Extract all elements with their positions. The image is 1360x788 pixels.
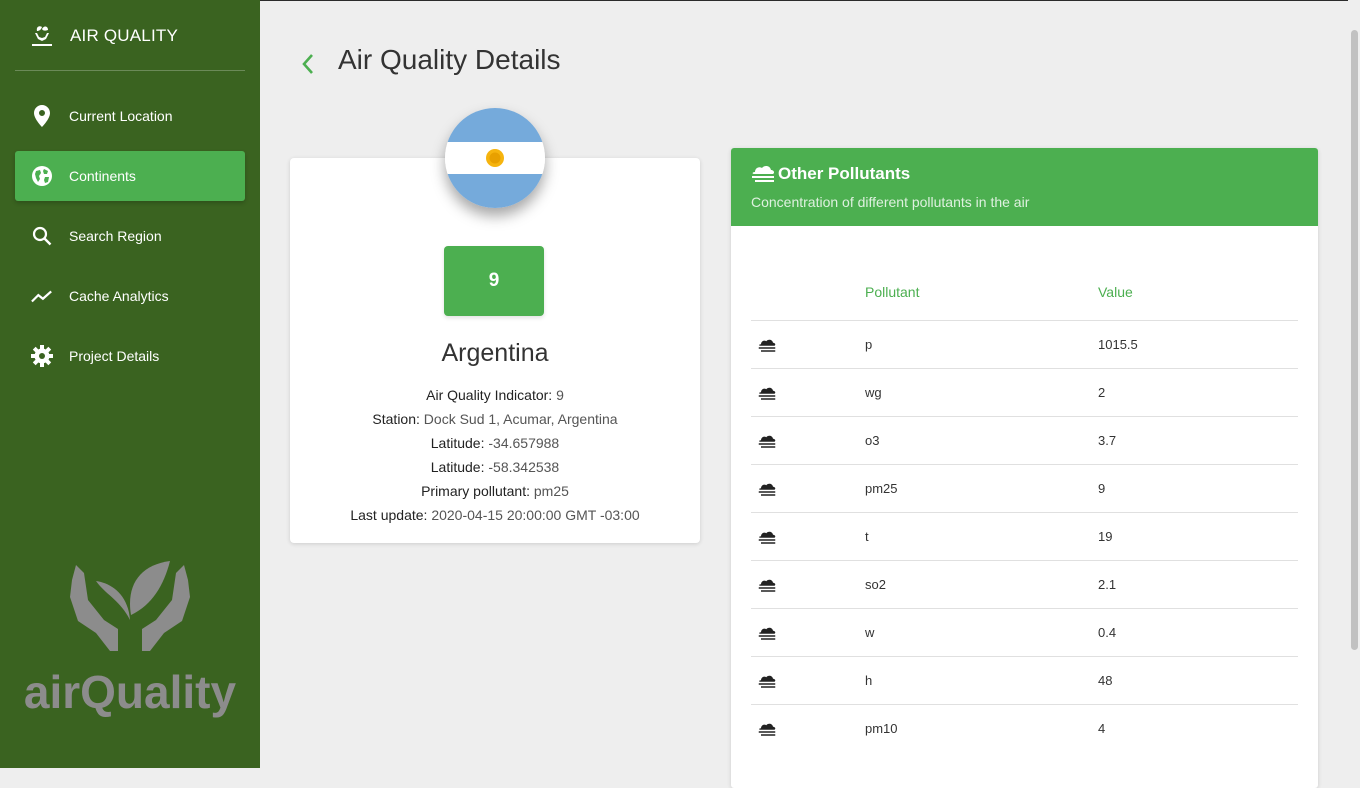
sidebar-item-label: Search Region <box>69 228 162 244</box>
smog-icon <box>752 165 775 182</box>
info-value: 2020-04-15 20:00:00 GMT -03:00 <box>431 507 640 523</box>
smog-icon <box>758 673 776 689</box>
info-value: -58.342538 <box>488 459 560 475</box>
info-last-update: Last update: 2020-04-15 20:00:00 GMT -03… <box>290 507 700 523</box>
sidebar-item-label: Current Location <box>69 108 173 124</box>
table-row: h 48 <box>751 656 1298 705</box>
pollutant-value: 9 <box>1098 481 1106 496</box>
pollutant-value: 2 <box>1098 385 1106 400</box>
table-row: wg 2 <box>751 368 1298 417</box>
info-latitude: Latitude: -34.657988 <box>290 435 700 451</box>
info-value: Dock Sud 1, Acumar, Argentina <box>423 411 618 427</box>
pollutant-value: 3.7 <box>1098 433 1117 448</box>
pollutants-subtitle: Concentration of different pollutants in… <box>751 194 1030 210</box>
scrollbar-thumb[interactable] <box>1351 30 1358 650</box>
smog-icon <box>758 337 776 353</box>
search-icon <box>31 225 53 247</box>
info-key: Latitude: <box>430 435 485 451</box>
smog-icon <box>758 721 776 737</box>
table-row: t 19 <box>751 512 1298 561</box>
aqi-badge: 9 <box>444 246 544 316</box>
pollutant-value: 1015.5 <box>1098 337 1138 352</box>
pollutant-name: p <box>865 337 873 352</box>
sidebar-item-search-region[interactable]: Search Region <box>15 211 245 261</box>
table-row: pm25 9 <box>751 464 1298 513</box>
smog-icon <box>758 481 776 497</box>
pollutant-name: pm25 <box>865 481 898 496</box>
sidebar-divider <box>15 70 245 71</box>
pollutants-header: Other Pollutants Concentration of differ… <box>731 148 1318 226</box>
argentina-flag-icon <box>445 108 545 208</box>
chevron-left-icon <box>302 54 313 74</box>
sidebar-item-label: Continents <box>69 168 136 184</box>
pollutant-name: h <box>865 673 873 688</box>
info-key: Station: <box>372 411 420 427</box>
brand[interactable]: AIR QUALITY <box>0 0 260 70</box>
info-value: -34.657988 <box>488 435 560 451</box>
info-key: Air Quality Indicator: <box>426 387 553 403</box>
table-row: so2 2.1 <box>751 560 1298 609</box>
info-primary-pollutant: Primary pollutant: pm25 <box>290 483 700 499</box>
svg-text:airQuality: airQuality <box>24 666 237 718</box>
top-border <box>260 0 1360 1</box>
table-row: w 0.4 <box>751 608 1298 657</box>
info-aqi: Air Quality Indicator: 9 <box>290 387 700 403</box>
sidebar-item-continents[interactable]: Continents <box>15 151 245 201</box>
table-row: pm10 4 <box>751 704 1298 753</box>
pollutants-title: Other Pollutants <box>778 164 911 183</box>
sidebar: AIR QUALITY Current Location Continents … <box>0 0 260 768</box>
gear-icon <box>31 345 53 367</box>
info-longitude: Latitude: -58.342538 <box>290 459 700 475</box>
country-name: Argentina <box>441 339 549 367</box>
column-header-value[interactable]: Value <box>1098 284 1133 300</box>
pollutant-value: 4 <box>1098 721 1106 736</box>
sidebar-item-cache-analytics[interactable]: Cache Analytics <box>15 271 245 321</box>
smog-icon <box>758 385 776 401</box>
page-title: Air Quality Details <box>338 44 561 75</box>
trending-up-icon <box>31 285 53 307</box>
air-quality-logo-icon <box>32 26 52 46</box>
pollutant-value: 48 <box>1098 673 1113 688</box>
smog-icon <box>758 433 776 449</box>
sidebar-item-label: Project Details <box>69 348 160 364</box>
column-header-pollutant[interactable]: Pollutant <box>865 284 919 300</box>
pollutant-name: o3 <box>865 433 880 448</box>
pollutant-name: wg <box>865 385 882 400</box>
smog-icon <box>758 577 776 593</box>
back-button[interactable] <box>296 50 322 78</box>
info-value: 9 <box>556 387 564 403</box>
globe-icon <box>31 165 53 187</box>
smog-icon <box>758 625 776 641</box>
table-row: o3 3.7 <box>751 416 1298 465</box>
pollutant-value: 19 <box>1098 529 1113 544</box>
table-row: p 1015.5 <box>751 320 1298 369</box>
sidebar-item-project-details[interactable]: Project Details <box>15 331 245 381</box>
sidebar-item-label: Cache Analytics <box>69 288 169 304</box>
pollutant-name: so2 <box>865 577 886 592</box>
pollutant-name: pm10 <box>865 721 898 736</box>
sidebar-item-current-location[interactable]: Current Location <box>15 91 245 141</box>
pollutant-name: w <box>865 625 875 640</box>
pollutant-name: t <box>865 529 869 544</box>
pollutant-value: 0.4 <box>1098 625 1117 640</box>
pollutant-value: 2.1 <box>1098 577 1117 592</box>
smog-icon <box>758 529 776 545</box>
air-quality-watermark-logo: airQuality <box>24 561 237 718</box>
info-value: pm25 <box>533 483 569 499</box>
info-key: Last update: <box>350 507 428 523</box>
app-title: AIR QUALITY <box>70 26 179 45</box>
info-key: Latitude: <box>430 459 485 475</box>
info-key: Primary pollutant: <box>421 483 530 499</box>
info-station: Station: Dock Sud 1, Acumar, Argentina <box>290 411 700 427</box>
location-pin-icon <box>31 105 53 127</box>
